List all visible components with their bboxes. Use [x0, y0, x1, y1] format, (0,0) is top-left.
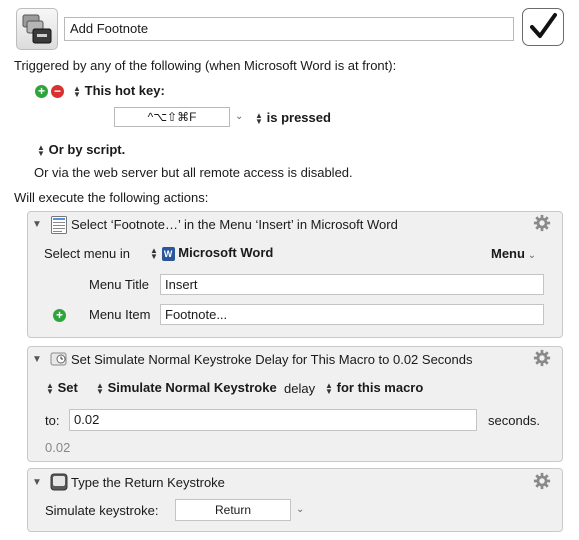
- select-menu-in-label: Select menu in: [44, 246, 130, 261]
- menu-item-field[interactable]: Footnote...: [160, 304, 544, 325]
- gear-icon[interactable]: [533, 472, 551, 493]
- set-popup[interactable]: ▲ ▼ Set: [46, 380, 78, 395]
- minus-icon: −: [51, 85, 64, 98]
- disclosure-triangle-icon[interactable]: ▼: [32, 477, 42, 488]
- disclosure-triangle-icon[interactable]: ▼: [32, 354, 42, 365]
- menu-popup[interactable]: Menu ⌄: [491, 246, 536, 261]
- plus-icon: +: [35, 85, 48, 98]
- action-title: Type the Return Keystroke: [71, 475, 225, 490]
- add-trigger-button[interactable]: +: [35, 83, 48, 98]
- plus-icon: +: [53, 309, 66, 322]
- to-label: to:: [45, 413, 60, 428]
- menu-popup-label: Menu: [491, 246, 525, 261]
- disclosure-triangle-icon[interactable]: ▼: [32, 219, 42, 230]
- keyboard-key-icon: [50, 473, 68, 494]
- scope-popup-label: for this macro: [336, 380, 424, 395]
- menu-title-field[interactable]: Insert: [160, 274, 544, 295]
- action-title: Set Simulate Normal Keystroke Delay for …: [71, 352, 473, 367]
- checkmark-icon: [530, 13, 557, 38]
- word-app-icon: W: [161, 246, 175, 261]
- trigger-type-popup[interactable]: ▲ ▼ This hot key:: [73, 83, 165, 98]
- updown-arrows-icon: ▲ ▼: [255, 110, 263, 126]
- remove-trigger-button[interactable]: −: [51, 83, 64, 98]
- keystroke-type-label: Simulate Normal Keystroke: [107, 380, 277, 395]
- keystroke-type-popup[interactable]: ▲ ▼ Simulate Normal Keystroke: [96, 380, 277, 395]
- hotkey-dropdown-chevron-icon[interactable]: ⌄: [235, 111, 243, 122]
- target-app-name: Microsoft Word: [178, 245, 274, 260]
- script-trigger-popup[interactable]: ▲ ▼ Or by script.: [37, 142, 125, 157]
- updown-arrows-icon: ▲ ▼: [150, 245, 158, 261]
- macro-enabled-checkbox[interactable]: [522, 8, 564, 46]
- delay-value-field[interactable]: 0.02: [69, 409, 477, 431]
- macro-group-icon: [16, 8, 58, 50]
- gear-icon[interactable]: [533, 349, 551, 370]
- hotkey-field[interactable]: ^⌥⇧⌘F: [114, 107, 230, 127]
- keystroke-field[interactable]: Return: [175, 499, 291, 521]
- menu-title-label: Menu Title: [89, 277, 149, 292]
- chevron-down-icon: ⌄: [524, 250, 537, 261]
- seconds-unit-label: seconds.: [488, 413, 541, 428]
- macro-name-field[interactable]: Add Footnote: [64, 17, 514, 41]
- updown-arrows-icon: ▲ ▼: [325, 380, 333, 396]
- action-title: Select ‘Footnote…’ in the Menu ‘Insert’ …: [71, 217, 398, 232]
- delay-preview-value: 0.02: [45, 440, 71, 455]
- gear-icon[interactable]: [533, 214, 551, 235]
- webserver-trigger-text: Or via the web server but all remote acc…: [34, 165, 353, 180]
- menu-item-label: Menu Item: [89, 307, 151, 322]
- hotkey-condition-popup[interactable]: ▲ ▼ is pressed: [255, 110, 331, 125]
- script-trigger-label: Or by script.: [48, 142, 126, 157]
- hotkey-condition-label: is pressed: [266, 110, 331, 125]
- updown-arrows-icon: ▲ ▼: [96, 380, 104, 396]
- hotkey-trigger-label: This hot key:: [84, 83, 165, 98]
- target-app-popup[interactable]: ▲ ▼ W Microsoft Word: [150, 245, 273, 261]
- trigger-intro-text: Triggered by any of the following (when …: [14, 58, 397, 73]
- updown-arrows-icon: ▲ ▼: [46, 380, 54, 396]
- keystroke-delay-icon: [50, 350, 68, 371]
- updown-arrows-icon: ▲ ▼: [37, 142, 45, 158]
- updown-arrows-icon: ▲ ▼: [73, 83, 81, 99]
- scope-popup[interactable]: ▲ ▼ for this macro: [325, 380, 423, 395]
- add-menu-item-button[interactable]: +: [53, 307, 66, 322]
- actions-header: Will execute the following actions:: [14, 190, 209, 205]
- set-popup-label: Set: [57, 380, 78, 395]
- chevron-down-icon[interactable]: ⌄: [296, 504, 304, 515]
- simulate-keystroke-label: Simulate keystroke:: [45, 503, 159, 518]
- delay-label: delay: [284, 381, 316, 396]
- menu-action-icon: [51, 216, 67, 237]
